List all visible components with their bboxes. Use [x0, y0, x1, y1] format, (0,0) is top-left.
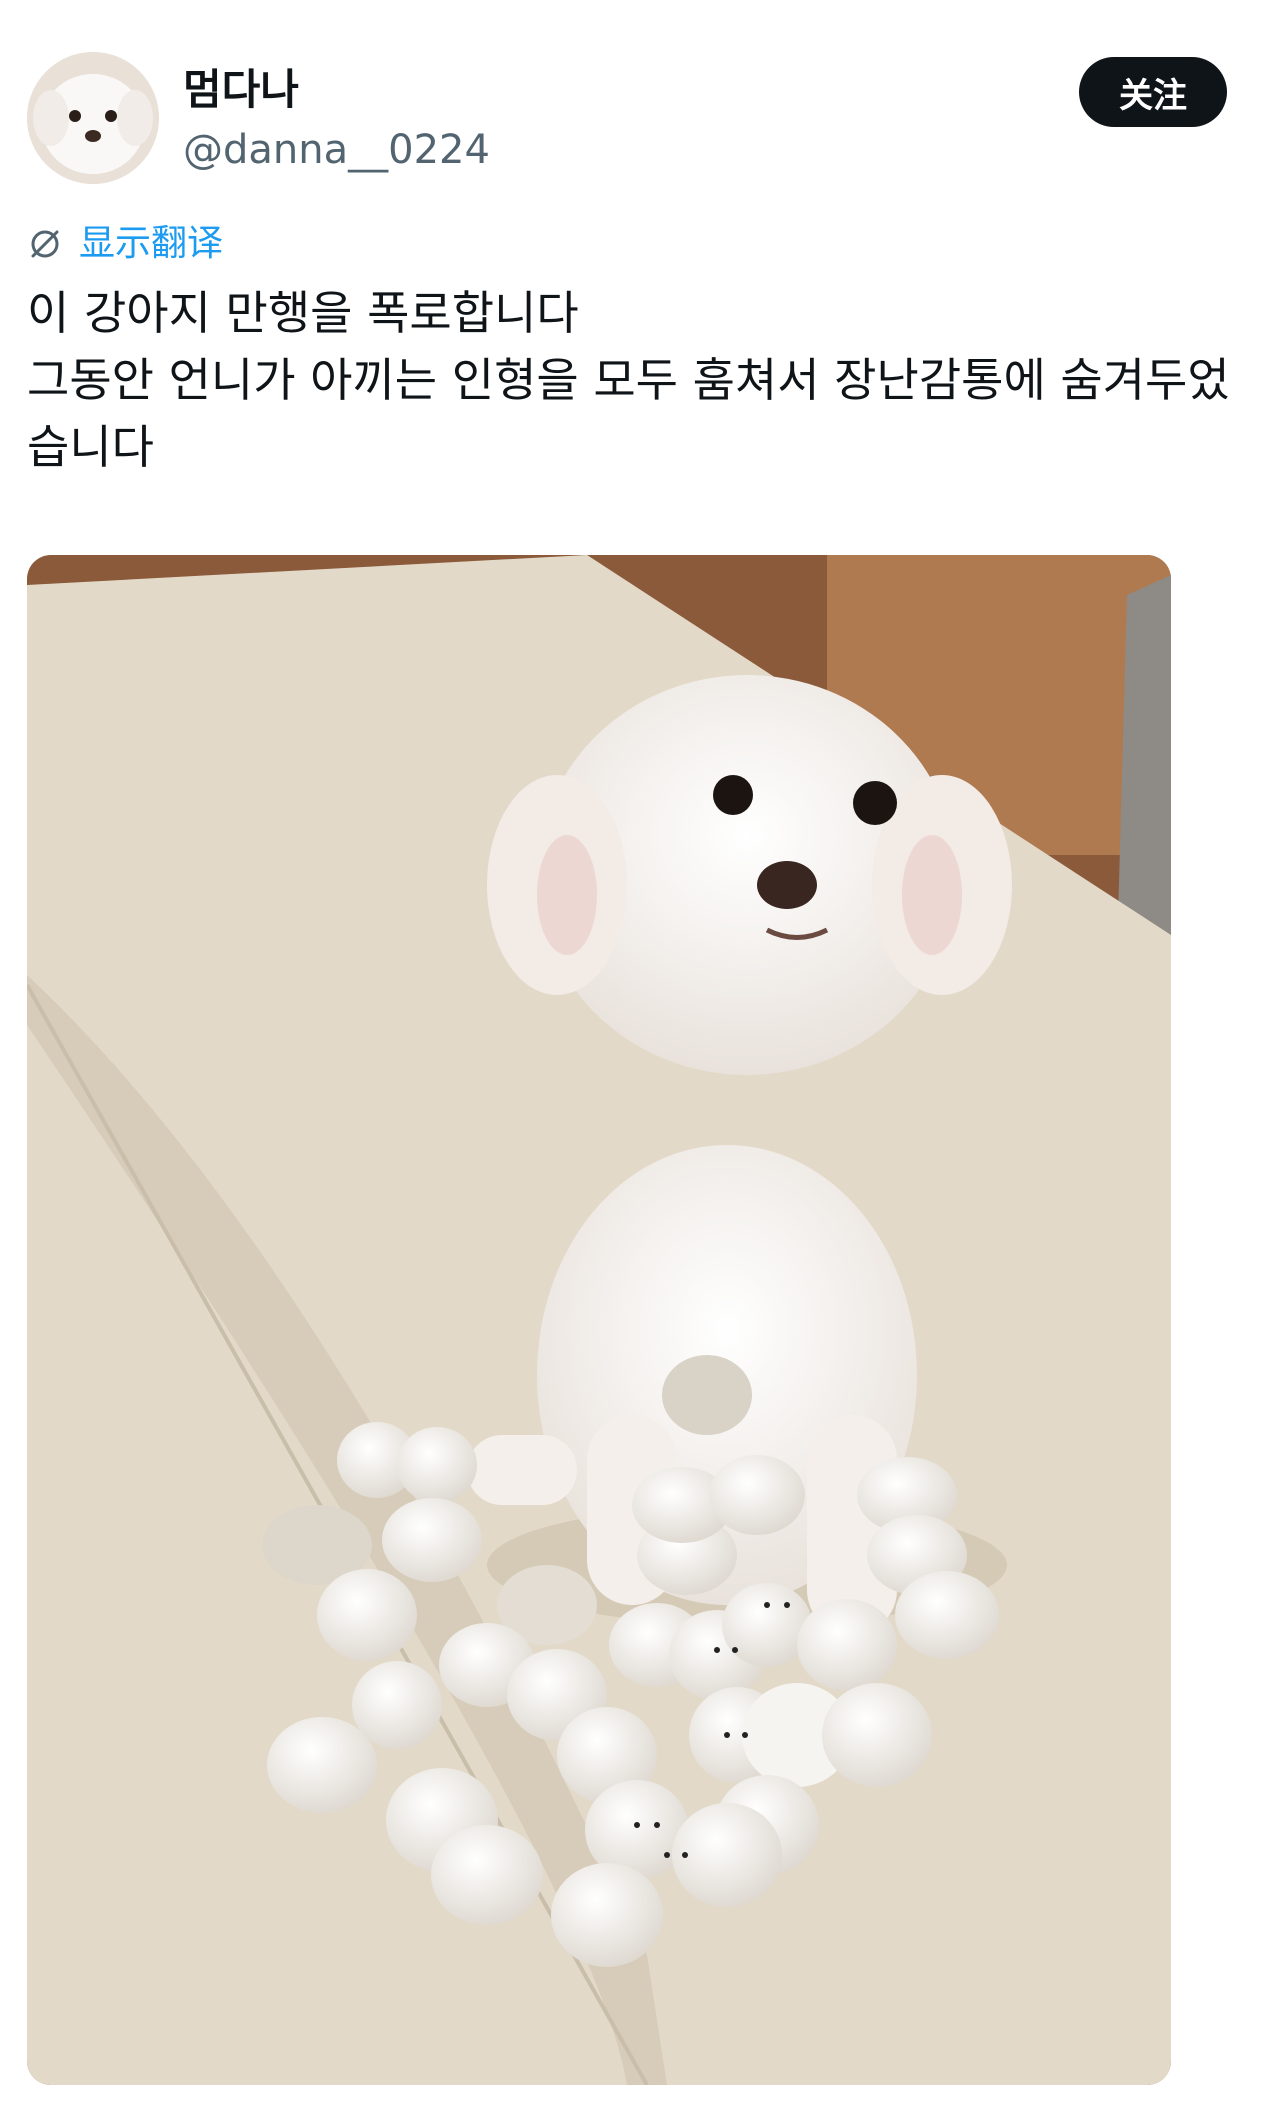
dog-with-toys-photo — [27, 555, 1171, 2085]
display-name[interactable]: 멈다나 — [183, 64, 490, 116]
show-translation-link[interactable]: 显示翻译 — [27, 222, 223, 266]
tweet-line-2: 그동안 언니가 아끼는 인형을 모두 훔쳐서 장난감통에 숨겨두었습니다 — [27, 353, 1230, 474]
dog-avatar-icon — [27, 52, 159, 184]
translate-label: 显示翻译 — [79, 223, 224, 264]
tweet-photo[interactable] — [27, 555, 1171, 2085]
avatar[interactable] — [27, 52, 159, 184]
follow-button[interactable]: 关注 — [1079, 57, 1227, 127]
tweet-text: 이 강아지 만행을 폭로합니다 그동안 언니가 아끼는 인형을 모두 훔쳐서 장… — [27, 280, 1262, 481]
translate-icon — [31, 230, 59, 258]
tweet-header: 멈다나 @danna__0224 关注 — [27, 52, 1227, 184]
user-handle[interactable]: @danna__0224 — [183, 124, 490, 176]
tweet-line-1: 이 강아지 만행을 폭로합니다 — [27, 286, 579, 340]
